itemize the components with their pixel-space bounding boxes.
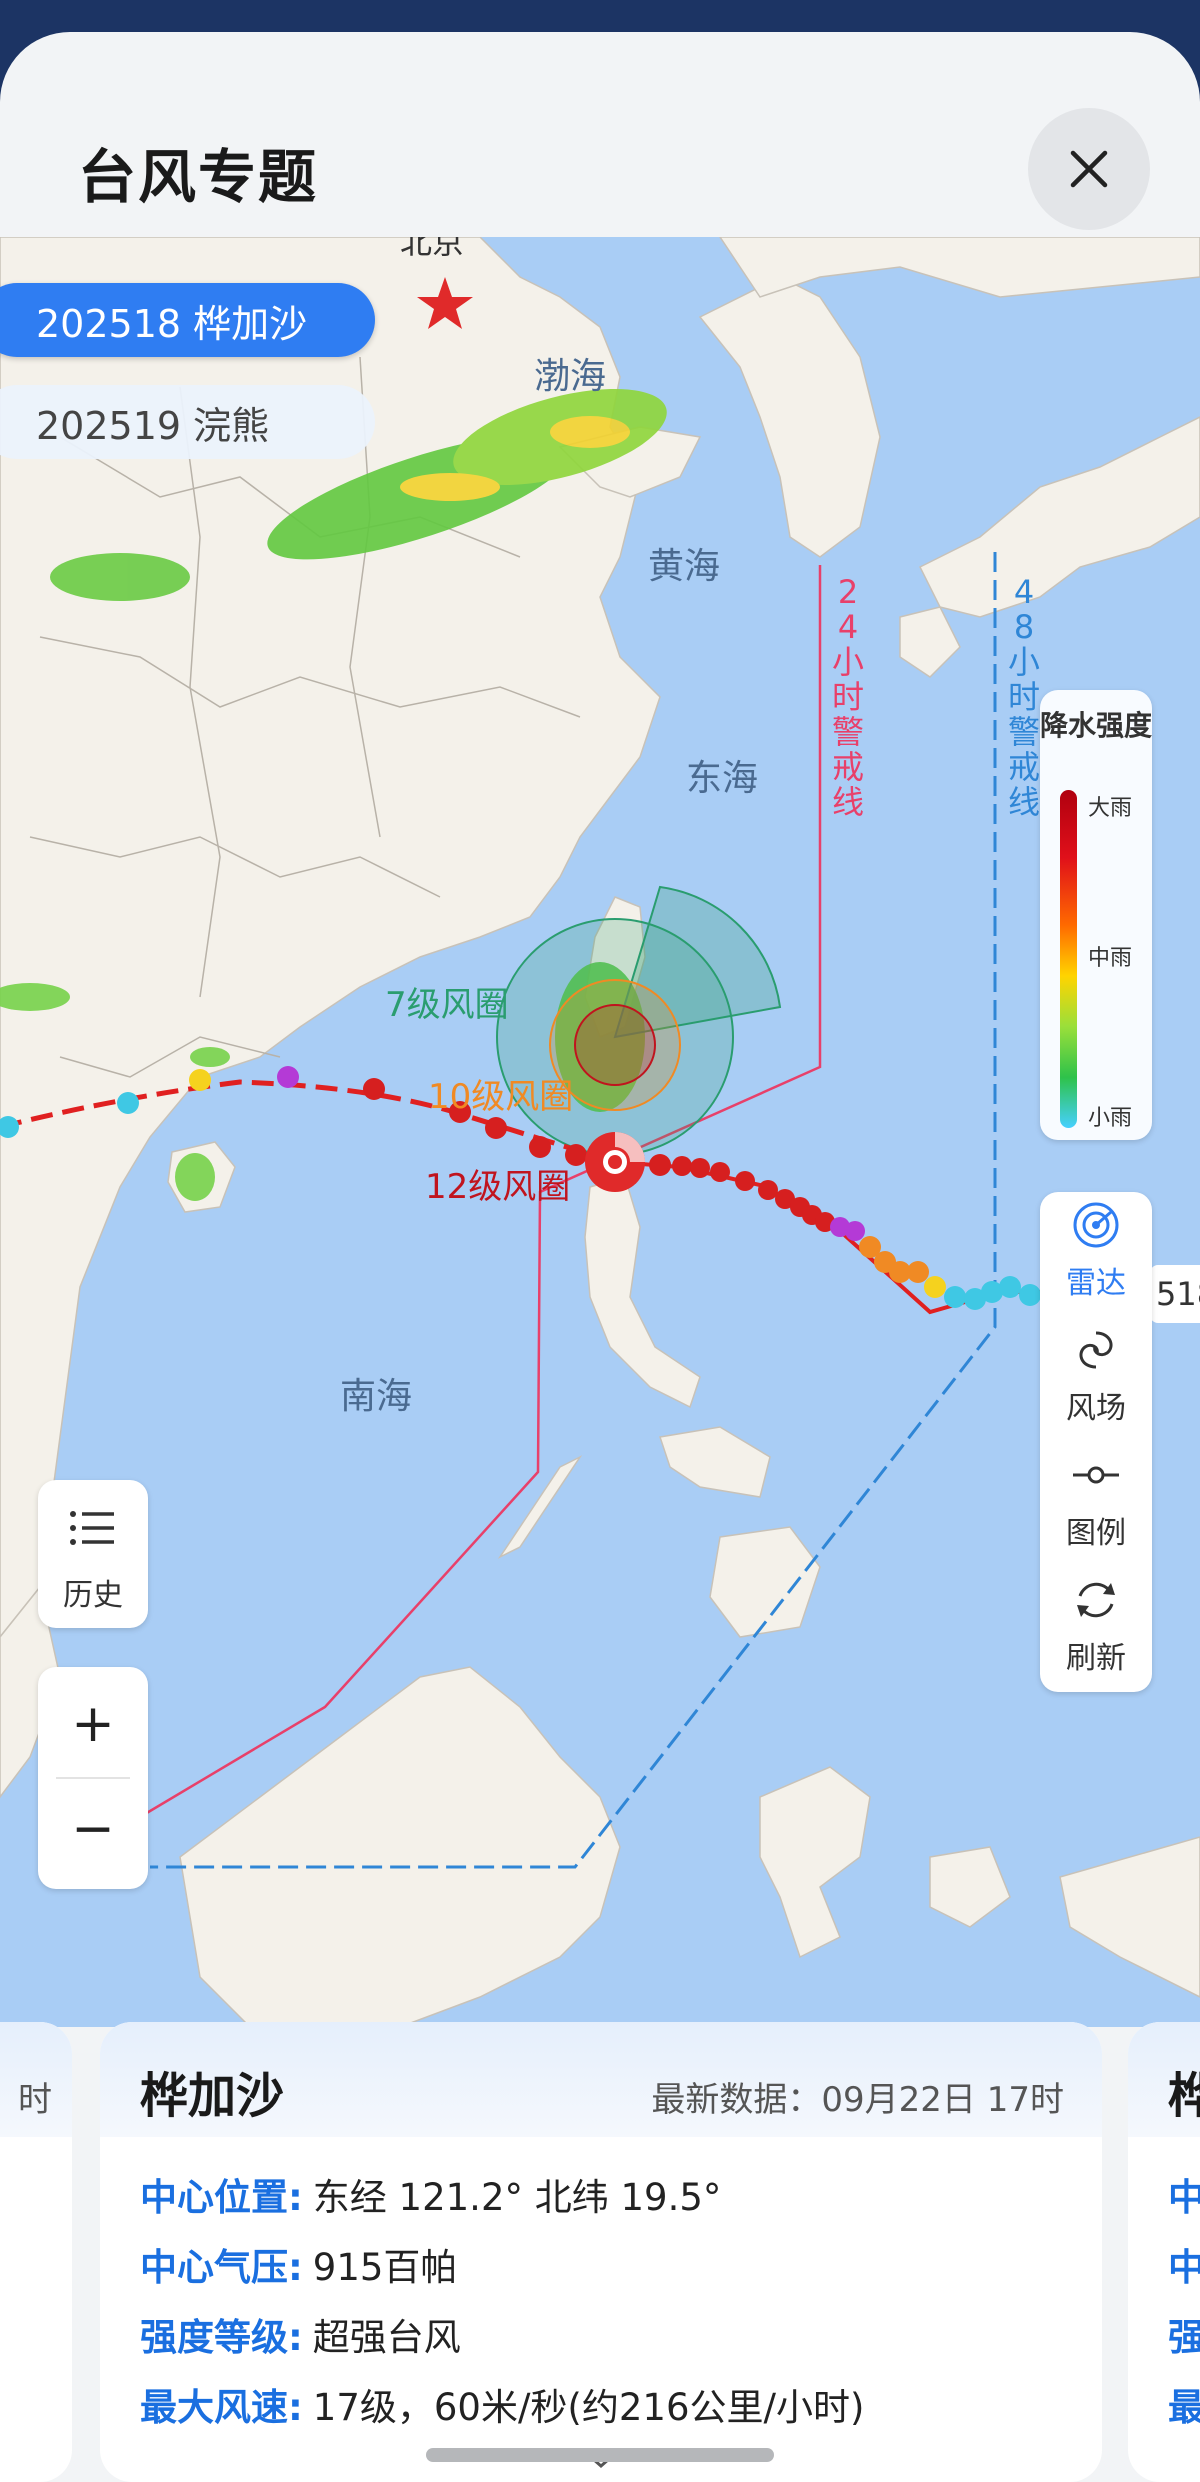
wind-circle-12-label: 12级风圈 [425,1167,571,1207]
luzon-island [584,1176,701,1409]
wind-field-icon [1079,1331,1113,1369]
next-card-key-4: 最 [1168,2386,1200,2429]
map-label-donghai: 东海 [686,758,759,799]
map-canvas [0,237,1200,2027]
legend-color-bar [1060,790,1077,1128]
legend-light-rain: 小雨 [1088,1106,1133,1131]
sulawesi-island [759,1766,871,1959]
new-guinea-land [1059,1836,1200,1998]
legend-label: 图例 [1066,1516,1126,1551]
history-button[interactable]: 历史 [38,1480,148,1628]
typhoon-card-next[interactable]: 桦 中 中 强 最 [1128,2022,1200,2482]
visayas-islands [659,1426,771,1498]
refresh-icon [1077,1582,1115,1618]
latest-data-time: 最新数据：09月22日 17时 [651,2080,1064,2120]
radar-label: 雷达 [1066,1266,1126,1301]
zoom-control: + − [38,1667,148,1889]
next-card-name: 桦 [1168,2068,1200,2124]
typhoon-center-icon [585,1132,645,1192]
maluku-islands [929,1846,1011,1928]
typhoon-info-card[interactable]: 桦加沙 最新数据：09月22日 17时 中心位置: 东经 121.2° 北纬 19… [100,2022,1102,2482]
zoom-in-button[interactable]: + [38,1677,148,1772]
refresh-label: 刷新 [1066,1641,1126,1676]
map-label-capital: 北京 [400,237,465,261]
next-card-key-2: 中 [1168,2246,1200,2289]
legend-heavy-rain: 大雨 [1088,796,1133,821]
legend-moderate-rain: 中雨 [1088,946,1133,971]
zoom-divider [56,1777,130,1779]
korean-peninsula [698,276,881,558]
legend-title: 降水强度 [1040,709,1153,742]
storm-tab-202519[interactable]: 202519 浣熊 [0,385,375,459]
warning-label-24h: 24小时警戒线 [831,573,864,821]
page-title: 台风专题 [78,143,319,211]
info-row-position: 中心位置: 东经 121.2° 北纬 19.5° [140,2176,722,2219]
home-indicator[interactable] [426,2448,774,2462]
typhoon-card-prev[interactable]: 时 [0,2022,72,2482]
radar-button[interactable]: 雷达 [1040,1192,1152,1317]
info-row-max-wind: 最大风速: 17级，60米/秒(约216公里/小时) [140,2386,865,2429]
info-row-pressure: 中心气压: 915百帕 [140,2246,458,2289]
warning-label-48h: 48小时警戒线 [1007,573,1040,821]
borneo-island [179,1666,621,2027]
wind-circle-10-label: 10级风圈 [428,1077,574,1117]
wind-field-button[interactable]: 风场 [1040,1317,1152,1442]
radar-icon [1073,1202,1119,1248]
wind-circle-12 [574,1004,656,1086]
offscreen-typhoon-tag[interactable]: 518 [1150,1265,1200,1323]
legend-icon [1073,1466,1119,1484]
kyushu-island [899,606,961,678]
japan-island [918,416,1200,618]
close-icon [1070,150,1108,188]
palawan-island [497,1455,583,1559]
map-label-huanghai: 黄海 [648,546,721,587]
close-button[interactable] [1028,108,1150,230]
zoom-out-button[interactable]: − [38,1782,148,1877]
wind-circle-7-label: 7级风圈 [385,985,509,1025]
legend-button[interactable]: 图例 [1040,1442,1152,1567]
list-icon [70,1511,114,1545]
prev-card-peek: 时 [18,2080,52,2120]
info-row-intensity: 强度等级: 超强台风 [140,2316,461,2359]
mindanao-island [709,1526,821,1638]
storm-tab-202518[interactable]: 202518 桦加沙 [0,283,375,357]
typhoon-map[interactable]: 202518 桦加沙 202519 浣熊 北京 渤海 黄海 东海 南海 24小时… [0,237,1200,2027]
map-tool-panel: 雷达 风场 图例 刷新 [1040,1192,1152,1692]
map-label-nanhai: 南海 [340,1376,413,1417]
next-card-key-1: 中 [1168,2176,1200,2219]
typhoon-name: 桦加沙 [140,2068,285,2124]
refresh-button[interactable]: 刷新 [1040,1567,1152,1692]
history-label: 历史 [63,1578,123,1613]
precipitation-legend: 降水强度 大雨 中雨 小雨 [1040,690,1152,1140]
typhoon-panel: 台风专题 202518 桦加沙 202519 浣熊 北京 渤海 黄海 东海 南海… [0,32,1200,2482]
wind-field-label: 风场 [1066,1391,1126,1426]
next-card-key-3: 强 [1168,2316,1200,2359]
map-label-bohai: 渤海 [534,356,607,397]
